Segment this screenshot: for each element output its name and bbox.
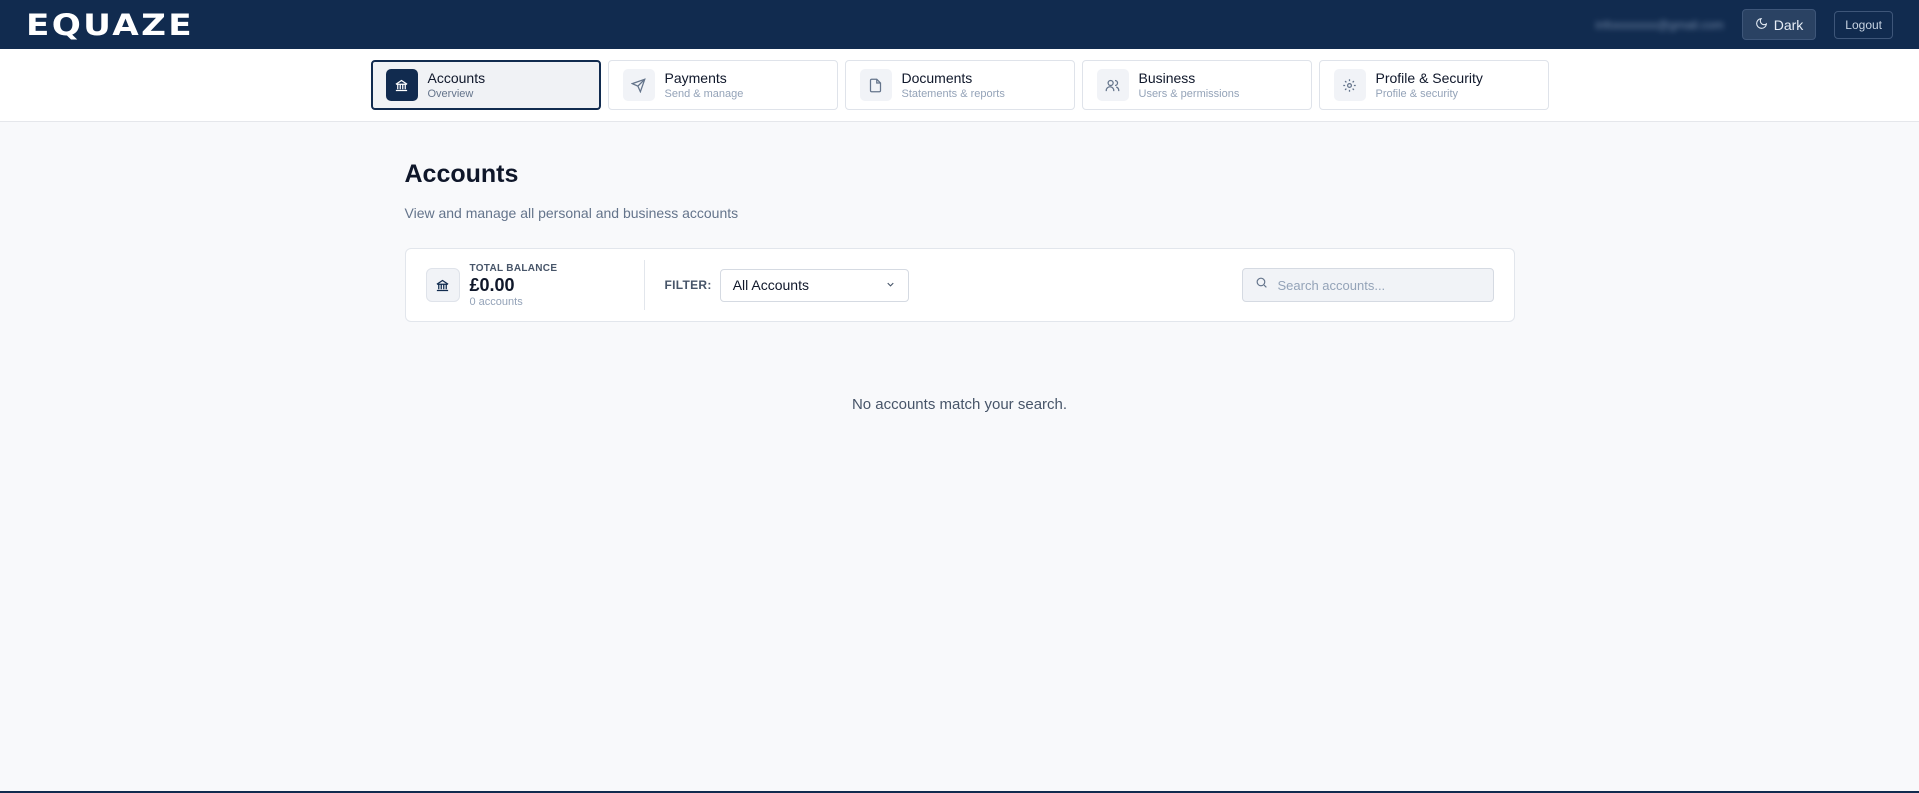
document-icon: [859, 69, 892, 101]
tab-subtitle: Send & manage: [664, 87, 744, 100]
theme-toggle-label: Dark: [1773, 16, 1804, 33]
tab-subtitle: Overview: [427, 87, 474, 100]
top-bar: EQUAZE infoxxxxxxx@gmail.com Dark Logout: [0, 0, 1919, 49]
users-icon: [1096, 69, 1129, 101]
user-email: infoxxxxxxx@gmail.com: [1595, 17, 1724, 32]
tab-payments[interactable]: Payments Send & manage: [607, 60, 838, 110]
bank-icon: [385, 69, 418, 101]
main-nav: Accounts Overview Payments Send & manage…: [0, 49, 1919, 122]
tab-title: Documents: [901, 69, 973, 86]
tab-subtitle: Users & permissions: [1138, 87, 1240, 100]
topbar-actions: infoxxxxxxx@gmail.com Dark Logout: [1596, 9, 1893, 40]
tab-accounts[interactable]: Accounts Overview: [370, 60, 601, 110]
page-subtitle: View and manage all personal and busines…: [404, 205, 739, 221]
bank-icon: [425, 268, 460, 302]
search-box[interactable]: [1241, 268, 1494, 302]
filter-selected-value: All Accounts: [732, 277, 809, 293]
account-count: 0 accounts: [469, 295, 523, 308]
tab-title: Payments: [664, 69, 727, 86]
gear-icon: [1333, 69, 1366, 101]
tab-documents[interactable]: Documents Statements & reports: [844, 60, 1075, 110]
brand-logo[interactable]: EQUAZE: [26, 8, 194, 42]
tab-business[interactable]: Business Users & permissions: [1081, 60, 1312, 110]
search-input[interactable]: [1277, 277, 1478, 293]
tab-subtitle: Profile & security: [1375, 87, 1459, 100]
page-title: Accounts: [404, 160, 519, 188]
tab-profile-security[interactable]: Profile & Security Profile & security: [1318, 60, 1549, 110]
account-filter-select[interactable]: All Accounts: [719, 268, 909, 302]
total-balance: TOTAL BALANCE £0.00 0 accounts: [425, 260, 645, 310]
tab-title: Accounts: [427, 69, 486, 86]
main-content: Accounts View and manage all personal an…: [404, 122, 1515, 413]
tab-subtitle: Statements & reports: [901, 87, 1005, 100]
moon-icon: [1755, 17, 1768, 33]
empty-state-message: No accounts match your search.: [851, 396, 1068, 413]
logout-button[interactable]: Logout: [1834, 10, 1893, 39]
filter-group: FILTER: All Accounts: [664, 268, 909, 302]
tab-title: Business: [1138, 69, 1196, 86]
balance-amount: £0.00: [469, 274, 515, 295]
filter-label: FILTER:: [664, 278, 712, 292]
chevron-down-icon: [885, 277, 896, 293]
tab-title: Profile & Security: [1375, 69, 1483, 86]
search-icon: [1255, 276, 1268, 294]
summary-card: TOTAL BALANCE £0.00 0 accounts FILTER: A…: [404, 248, 1515, 322]
send-icon: [622, 69, 655, 101]
balance-label: TOTAL BALANCE: [469, 262, 558, 274]
theme-toggle-button[interactable]: Dark: [1741, 9, 1817, 40]
